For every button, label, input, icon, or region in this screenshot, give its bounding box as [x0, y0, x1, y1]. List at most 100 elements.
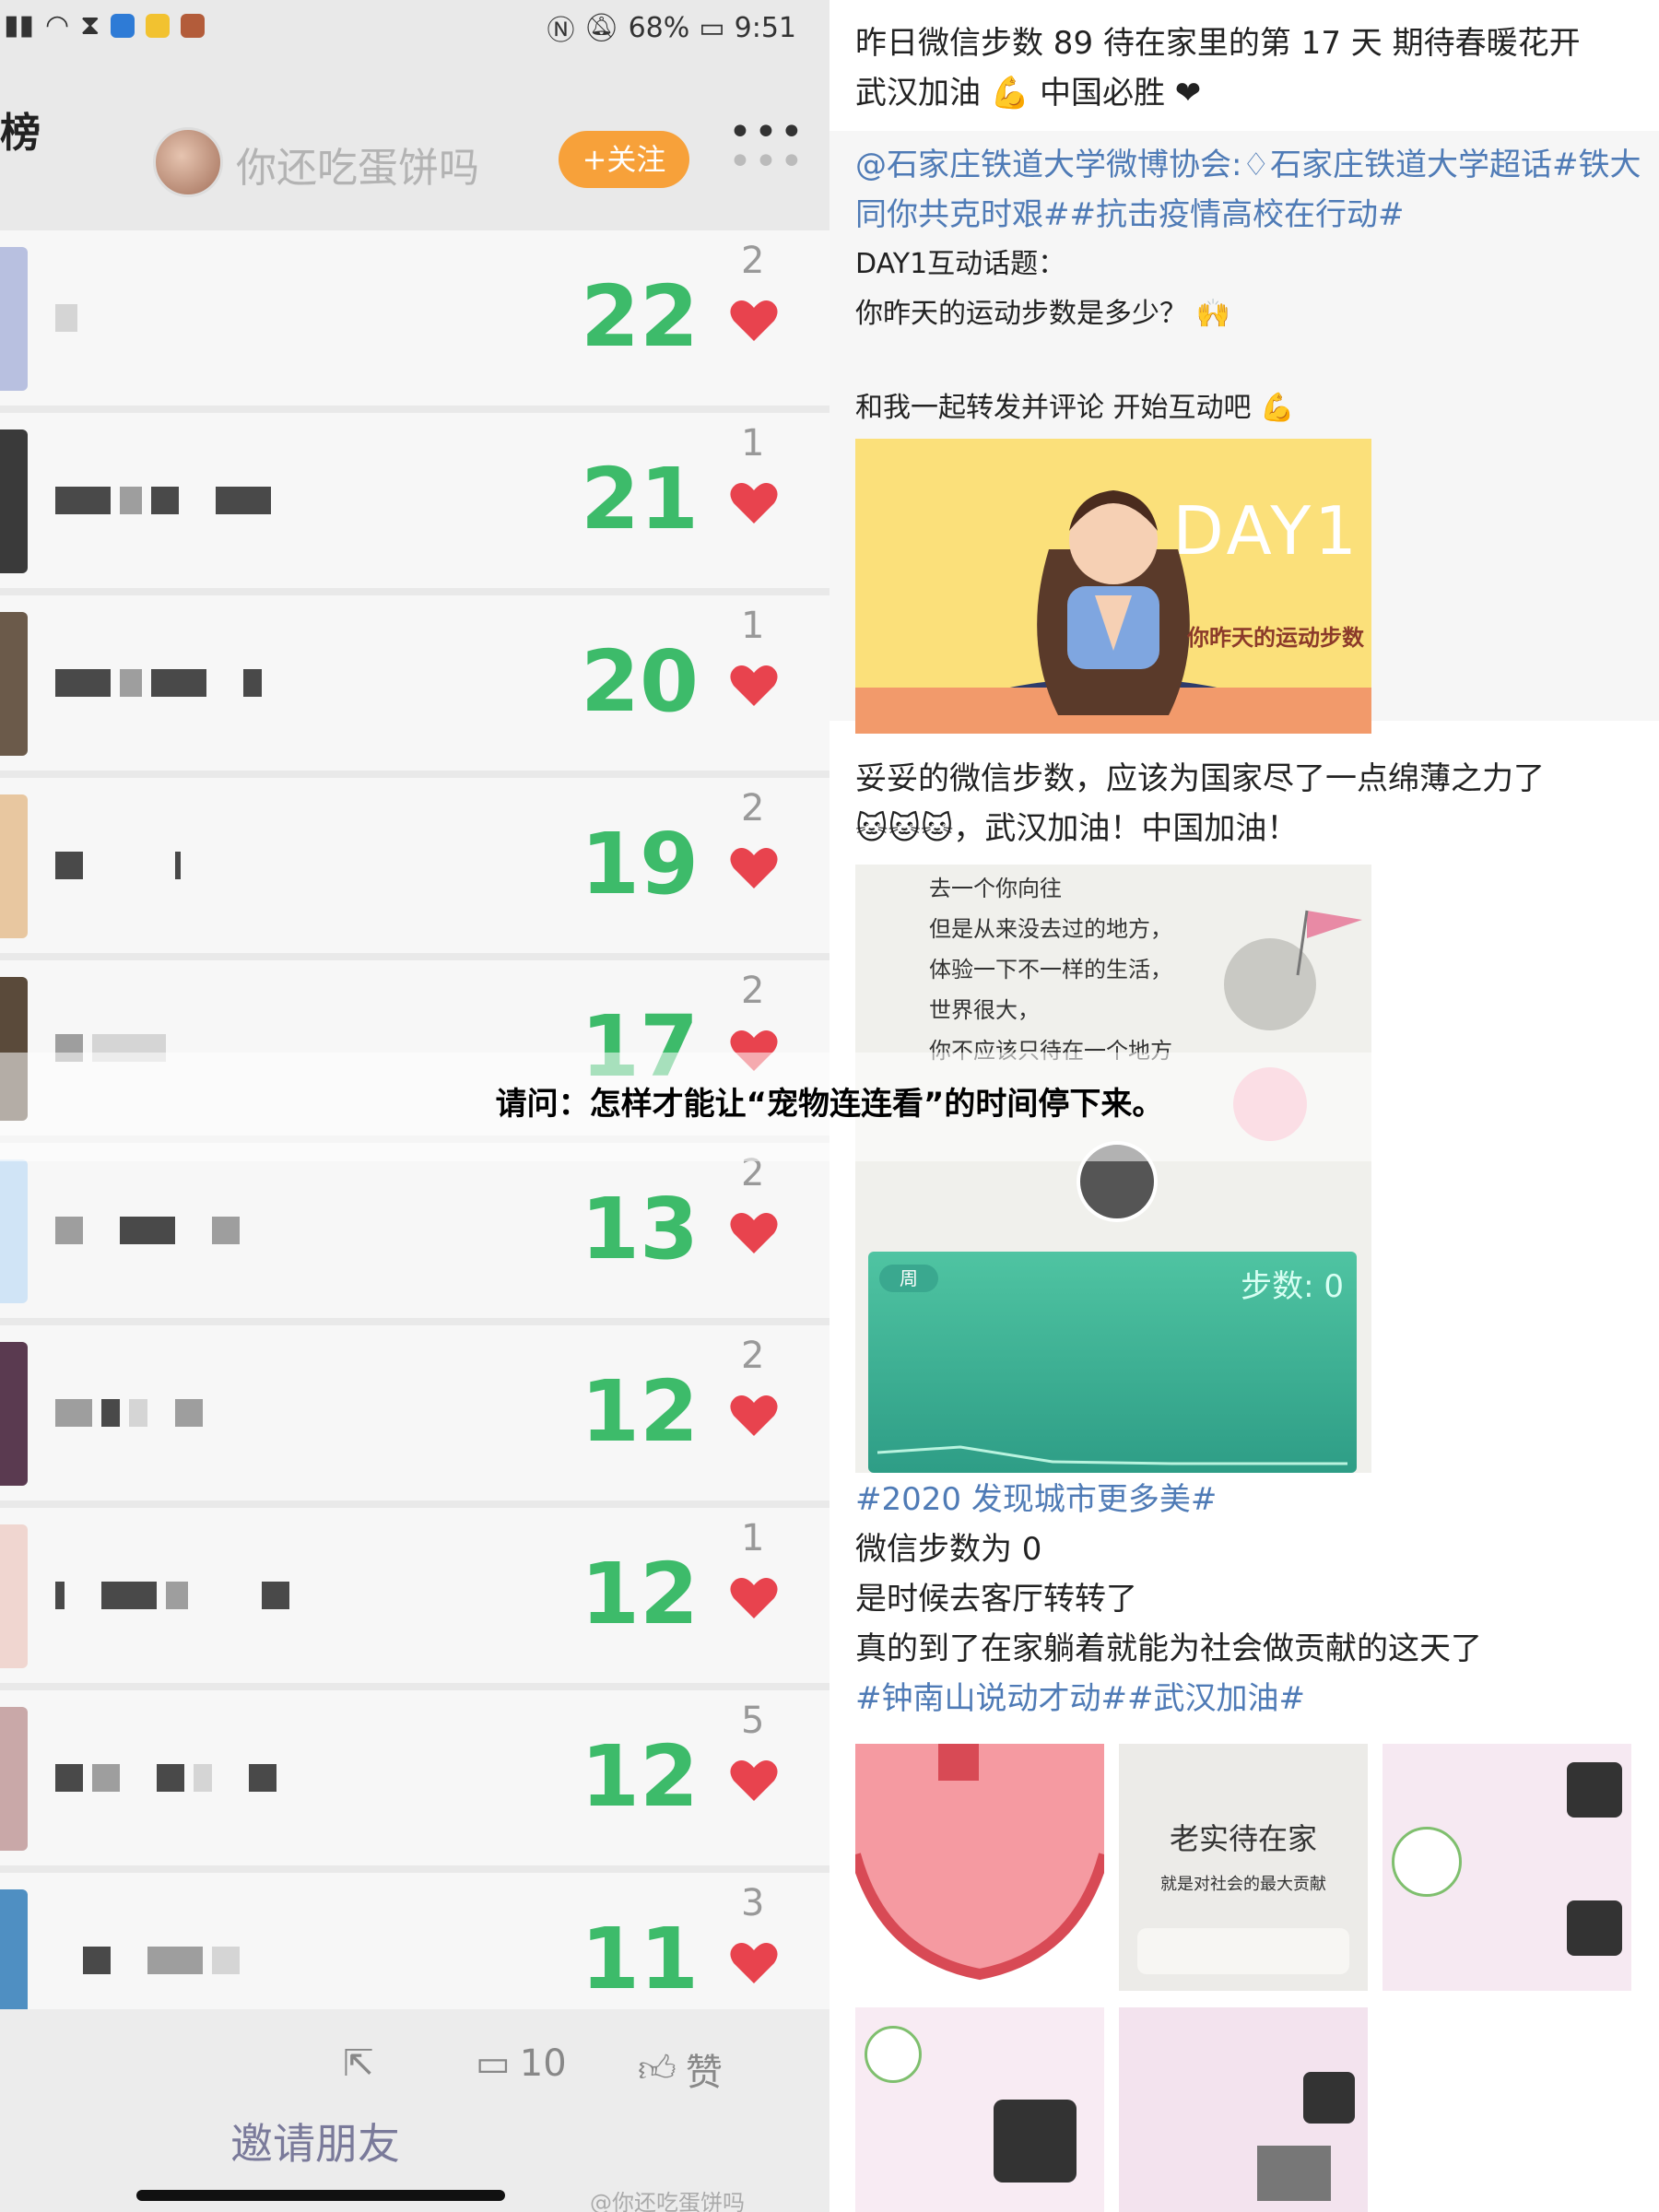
table-row[interactable]: 22 2 — [0, 230, 830, 413]
post-text: ，武汉加油！中国加油！ — [953, 810, 1299, 847]
heart-icon[interactable] — [728, 1755, 780, 1806]
avatar[interactable] — [0, 612, 28, 756]
ranking-title: 榜 — [0, 110, 41, 157]
avatar[interactable] — [0, 794, 28, 938]
step-count: 11 — [581, 1910, 700, 2008]
heart-icon[interactable] — [728, 1390, 780, 1441]
rabbit-meme-icon — [865, 2026, 922, 2083]
blurred-username — [55, 1217, 240, 1244]
comment-count: 10 — [519, 2042, 567, 2085]
blur-block — [188, 487, 206, 514]
step-app-screenshot: 周 步数: 0 — [868, 1252, 1357, 1473]
table-row[interactable]: 20 1 — [0, 595, 830, 778]
table-row[interactable]: 13 2 — [0, 1143, 830, 1325]
meme-image[interactable] — [855, 2007, 1104, 2212]
yoga-girl-illustration — [855, 490, 1371, 734]
comment-button[interactable]: ▭ 10 — [476, 2042, 567, 2085]
table-row[interactable]: 12 2 — [0, 1325, 830, 1508]
mute-icon: 🔕︎ — [583, 11, 619, 44]
blur-block — [184, 1217, 203, 1244]
poem-image[interactable]: 去一个你向往 但是从来没去过的地方， 体验一下不一样的生活， 世界很大， 你不应… — [855, 865, 1371, 1473]
panda-meme-icon — [1567, 1762, 1622, 1818]
blur-block — [74, 1582, 92, 1609]
day1-subtitle: 你昨天的运动步数 — [1187, 625, 1364, 651]
day1-image[interactable]: DAY1 你昨天的运动步数 — [855, 439, 1371, 734]
post-text: 妥妥的微信步数，应该为国家尽了一点绵薄之力了 — [855, 760, 1545, 797]
home-indicator[interactable] — [136, 2190, 505, 2201]
blur-block — [243, 669, 262, 697]
cat-emoji-icons: 🐱🐱🐱 — [855, 810, 954, 847]
blur-block — [129, 1399, 147, 1427]
blur-block — [120, 1947, 138, 1974]
avatar[interactable] — [153, 127, 223, 197]
avatar[interactable] — [0, 1524, 28, 1668]
avatar[interactable] — [0, 429, 28, 573]
blurred-username — [55, 852, 181, 879]
blur-block — [55, 487, 111, 514]
watermark: @你还吃蛋饼吗 — [590, 2190, 745, 2212]
heart-icon[interactable] — [728, 842, 780, 894]
heart-icon[interactable] — [728, 660, 780, 712]
diamond-icon: ♢ — [1241, 147, 1270, 183]
share-icon: ⇱ — [343, 2042, 374, 2085]
stay-home-image[interactable]: 老实待在家 就是对社会的最大贡献 — [1119, 1744, 1368, 1991]
step-count: 步数: 0 — [1241, 1268, 1344, 1305]
step-trend-line — [877, 1445, 1347, 1465]
blur-block — [55, 852, 83, 879]
blurred-username — [55, 1764, 276, 1792]
post-text: 昨日微信步数 89 待在家里的第 17 天 期待春暖花开 — [855, 25, 1581, 62]
heart-icon[interactable] — [728, 1207, 780, 1259]
like-count: 1 — [741, 605, 765, 647]
post-1: 昨日微信步数 89 待在家里的第 17 天 期待春暖花开 武汉加油 💪 中国必胜… — [855, 18, 1648, 118]
heart-illustration — [855, 1744, 1104, 1981]
like-button[interactable]: 👍︎ 赞 — [638, 2042, 723, 2096]
more-options-icon-faded: ••• — [728, 138, 806, 185]
post-3: 妥妥的微信步数，应该为国家尽了一点绵薄之力了 🐱🐱🐱，武汉加油！中国加油！ — [855, 754, 1648, 853]
avatar[interactable] — [0, 1159, 28, 1303]
rabbit-meme-icon — [1392, 1827, 1462, 1897]
blur-block — [101, 1582, 157, 1609]
share-button[interactable]: ⇱ — [343, 2042, 374, 2085]
table-row[interactable]: 19 2 — [0, 778, 830, 960]
like-count: 2 — [741, 1335, 765, 1377]
day1-heading: DAY1 — [1172, 492, 1360, 570]
heart-icon[interactable] — [728, 1572, 780, 1624]
mention-link[interactable]: @石家庄铁道大学微博协会: — [855, 147, 1241, 183]
follow-button[interactable]: +关注 — [559, 131, 689, 188]
heart-icon[interactable] — [728, 295, 780, 347]
step-count: 12 — [581, 1727, 700, 1826]
blur-block — [194, 1764, 212, 1792]
post-2: @石家庄铁道大学微博协会:♢石家庄铁道大学超话#铁大同你共克时艰##抗击疫情高校… — [855, 140, 1648, 433]
table-row[interactable]: 12 1 — [0, 1508, 830, 1690]
blur-block — [262, 1582, 289, 1609]
meme-image[interactable] — [1119, 2007, 1368, 2212]
post-text: 你昨天的运动步数是多少？ 🙌 — [855, 298, 1230, 330]
table-row[interactable]: 21 1 — [0, 413, 830, 595]
step-count: 22 — [581, 267, 700, 366]
blur-block — [249, 1764, 276, 1792]
post-text: 微信步数为 0 — [855, 1531, 1042, 1568]
meme-image[interactable] — [1382, 1744, 1631, 1991]
comment-icon: ▭ — [476, 2042, 511, 2085]
heart-image[interactable] — [855, 1744, 1104, 1991]
blur-block — [157, 1764, 184, 1792]
avatar[interactable] — [0, 1342, 28, 1486]
topic-link[interactable]: #2020 发现城市更多美# — [855, 1475, 1648, 1524]
bottom-bar: ⇱ ▭ 10 👍︎ 赞 邀请朋友 @你还吃蛋饼吗 — [0, 2009, 830, 2212]
blur-block — [55, 1217, 83, 1244]
blurred-username — [55, 669, 262, 697]
blurred-username — [55, 1399, 203, 1427]
table-row[interactable]: 12 5 — [0, 1690, 830, 1873]
blur-block — [166, 1582, 188, 1609]
blur-block — [55, 669, 111, 697]
invite-friends-button[interactable]: 邀请朋友 — [230, 2111, 400, 2171]
username[interactable]: 你还吃蛋饼吗 — [236, 135, 479, 194]
heart-icon[interactable] — [728, 1937, 780, 1989]
heart-icon[interactable] — [728, 477, 780, 529]
status-bar: ▮▮ ◠ ⧗ Ⓝ 🔕︎ 68% ▭ 9:51 — [0, 0, 830, 55]
topic-link[interactable]: #钟南山说动才动##武汉加油# — [855, 1674, 1648, 1724]
like-label: 赞 — [685, 2052, 723, 2094]
image-heading: 老实待在家 — [1169, 1821, 1317, 1856]
avatar[interactable] — [0, 1707, 28, 1851]
avatar[interactable] — [0, 247, 28, 391]
